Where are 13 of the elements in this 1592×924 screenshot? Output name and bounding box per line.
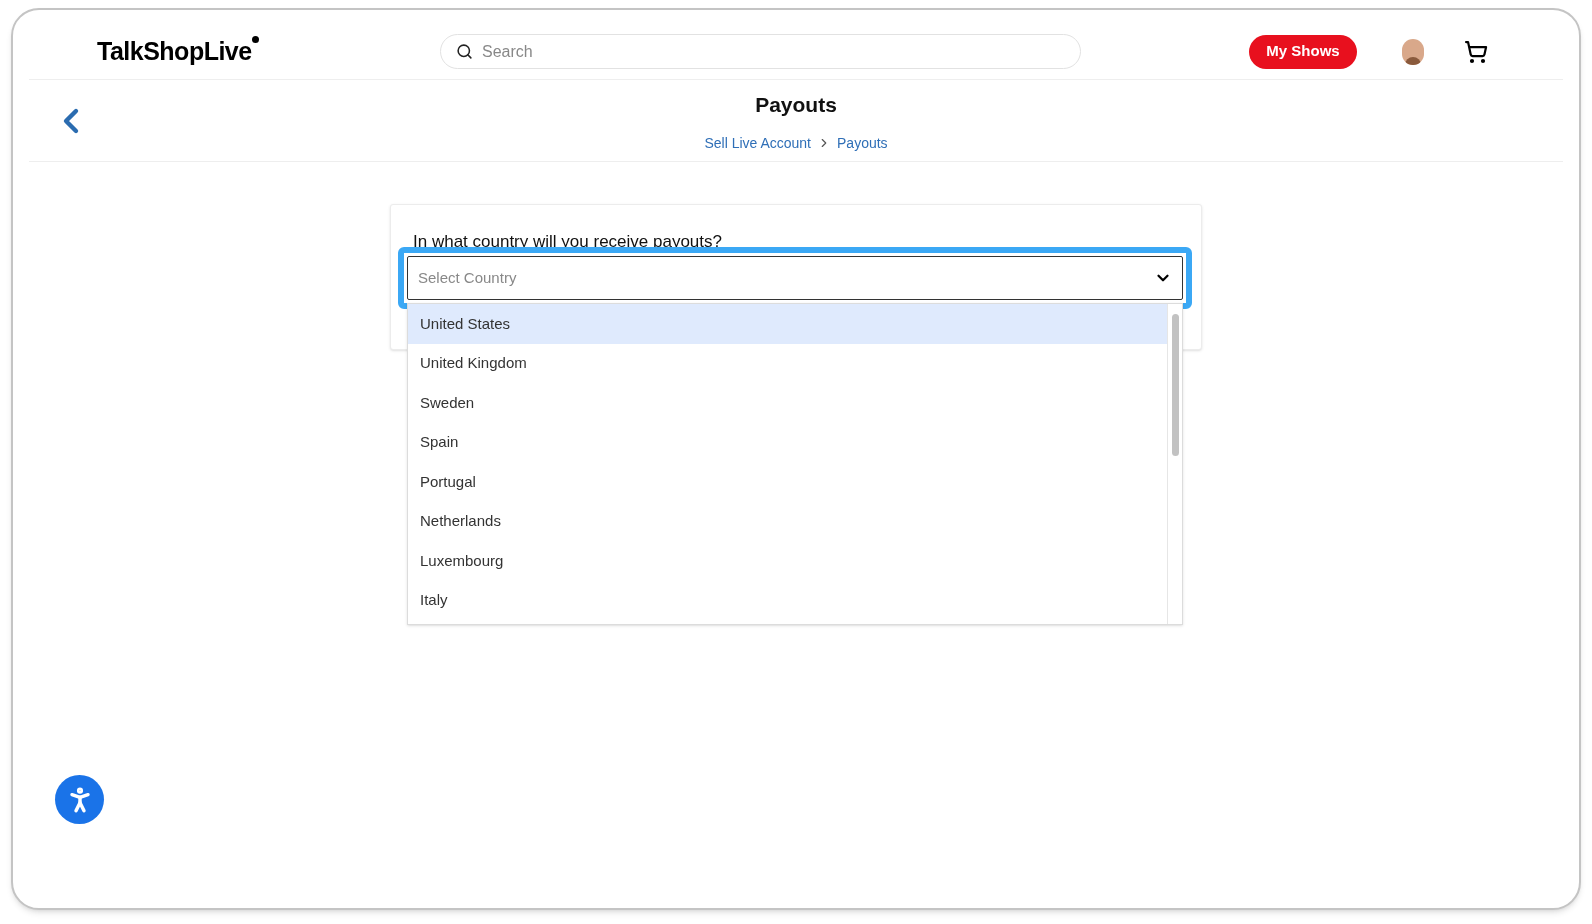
logo-text[interactable]: TalkShopLive xyxy=(97,32,252,71)
avatar-icon[interactable] xyxy=(1402,38,1424,65)
country-option[interactable]: United States xyxy=(408,304,1167,344)
page-title: Payouts xyxy=(755,92,837,119)
breadcrumb-link[interactable]: Payouts xyxy=(837,132,888,154)
search-icon xyxy=(456,43,473,60)
accessibility-button[interactable] xyxy=(55,775,104,824)
my-shows-button[interactable]: My Shows xyxy=(1249,34,1357,69)
scrollbar-thumb[interactable] xyxy=(1171,314,1179,456)
cart-icon[interactable] xyxy=(1464,39,1488,64)
country-select[interactable]: Select Country xyxy=(407,256,1183,300)
breadcrumb-link[interactable]: Sell Live Account xyxy=(704,132,811,154)
search-field[interactable]: Search xyxy=(440,34,1081,69)
